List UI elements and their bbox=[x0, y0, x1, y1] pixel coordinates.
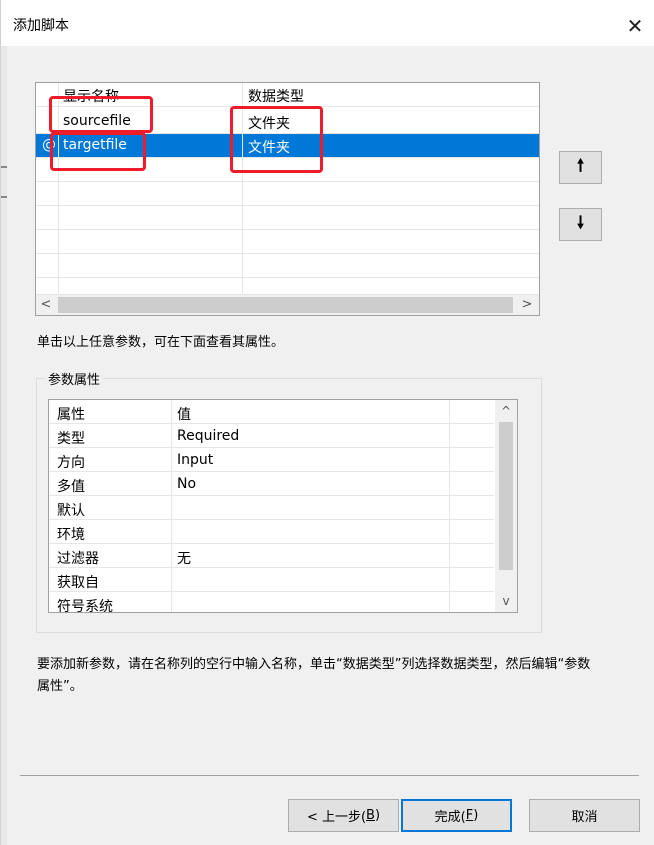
property-name: 默认 bbox=[57, 503, 85, 519]
scroll-right-icon[interactable]: > bbox=[517, 296, 537, 314]
highlight-box bbox=[49, 96, 153, 133]
property-value[interactable]: Input bbox=[177, 452, 213, 468]
arrow-up-icon: 🠕 bbox=[576, 156, 585, 176]
property-row[interactable]: 默认 bbox=[49, 496, 494, 520]
property-row[interactable]: 过滤器 无 bbox=[49, 544, 494, 568]
property-name: 类型 bbox=[57, 431, 85, 447]
property-value[interactable]: 无 bbox=[177, 548, 191, 568]
column-divider bbox=[449, 400, 450, 612]
highlight-box bbox=[50, 132, 146, 171]
scroll-left-icon[interactable]: < bbox=[36, 296, 56, 314]
property-row[interactable]: 类型 Required bbox=[49, 424, 494, 448]
scroll-down-icon[interactable]: v bbox=[495, 592, 517, 610]
property-row[interactable]: 获取自 bbox=[49, 568, 494, 592]
back-label: < 上一步( bbox=[306, 810, 367, 825]
property-value[interactable]: Required bbox=[177, 428, 239, 444]
empty-row[interactable] bbox=[36, 182, 539, 206]
column-divider bbox=[171, 400, 172, 612]
property-name: 过滤器 bbox=[57, 551, 99, 567]
finish-label: 完成( bbox=[434, 810, 466, 825]
property-name: 方向 bbox=[57, 455, 85, 471]
title-bar: 添加脚本 ✕ bbox=[1, 0, 654, 46]
property-row[interactable]: 环境 bbox=[49, 520, 494, 544]
footer-separator bbox=[20, 775, 639, 776]
header-property: 属性 bbox=[57, 407, 85, 423]
move-up-button[interactable]: 🠕 bbox=[559, 151, 602, 184]
property-name: 环境 bbox=[57, 527, 85, 543]
cancel-button[interactable]: 取消 bbox=[529, 799, 640, 832]
property-name: 获取自 bbox=[57, 575, 99, 591]
horizontal-scrollbar[interactable]: < > bbox=[36, 295, 539, 315]
empty-row[interactable] bbox=[36, 278, 539, 295]
property-row[interactable]: 方向 Input bbox=[49, 448, 494, 472]
back-access-key: B bbox=[366, 808, 375, 823]
empty-row[interactable] bbox=[36, 254, 539, 278]
left-edge bbox=[1, 46, 7, 845]
properties-grid[interactable]: 属性 值 类型 Required 方向 Input 多值 No 默认 环境 过滤… bbox=[48, 399, 518, 613]
header-value: 值 bbox=[177, 407, 191, 423]
finish-label-end: ) bbox=[473, 808, 479, 823]
close-icon[interactable]: ✕ bbox=[615, 8, 654, 44]
back-label-end: ) bbox=[374, 808, 381, 823]
finish-button[interactable]: 完成(F) bbox=[401, 799, 512, 832]
empty-row[interactable] bbox=[36, 206, 539, 230]
vertical-scrollbar[interactable]: ^ v bbox=[495, 400, 517, 612]
back-button[interactable]: < 上一步(B) bbox=[288, 799, 399, 832]
scroll-up-icon[interactable]: ^ bbox=[495, 402, 517, 420]
empty-row[interactable] bbox=[36, 230, 539, 254]
property-name: 符号系统 bbox=[57, 599, 113, 613]
header-data-type[interactable]: 数据类型 bbox=[248, 86, 304, 106]
edge-mark bbox=[1, 196, 7, 198]
hint-text: 单击以上任意参数，可在下面查看其属性。 bbox=[37, 335, 285, 350]
property-row[interactable]: 符号系统 bbox=[49, 592, 494, 613]
group-label: 参数属性 bbox=[45, 369, 104, 388]
instructions-text: 要添加新参数，请在名称列的空行中输入名称，单击“数据类型”列选择数据类型，然后编… bbox=[37, 657, 591, 694]
property-name: 多值 bbox=[57, 479, 85, 495]
property-row[interactable]: 多值 No bbox=[49, 472, 494, 496]
scroll-thumb[interactable] bbox=[58, 297, 513, 313]
props-header-row: 属性 值 bbox=[49, 400, 494, 424]
arrow-down-icon: 🠗 bbox=[576, 213, 585, 233]
move-down-button[interactable]: 🠗 bbox=[559, 208, 602, 241]
highlight-box bbox=[230, 106, 323, 173]
property-value[interactable]: No bbox=[177, 476, 196, 492]
finish-access-key: F bbox=[465, 808, 474, 823]
add-script-dialog: 添加脚本 ✕ 显示名称 数据类型 sourcefile 文件夹 @ target… bbox=[0, 0, 654, 845]
scroll-thumb[interactable] bbox=[499, 422, 513, 570]
edge-mark bbox=[1, 166, 7, 168]
dialog-title: 添加脚本 bbox=[13, 18, 69, 34]
